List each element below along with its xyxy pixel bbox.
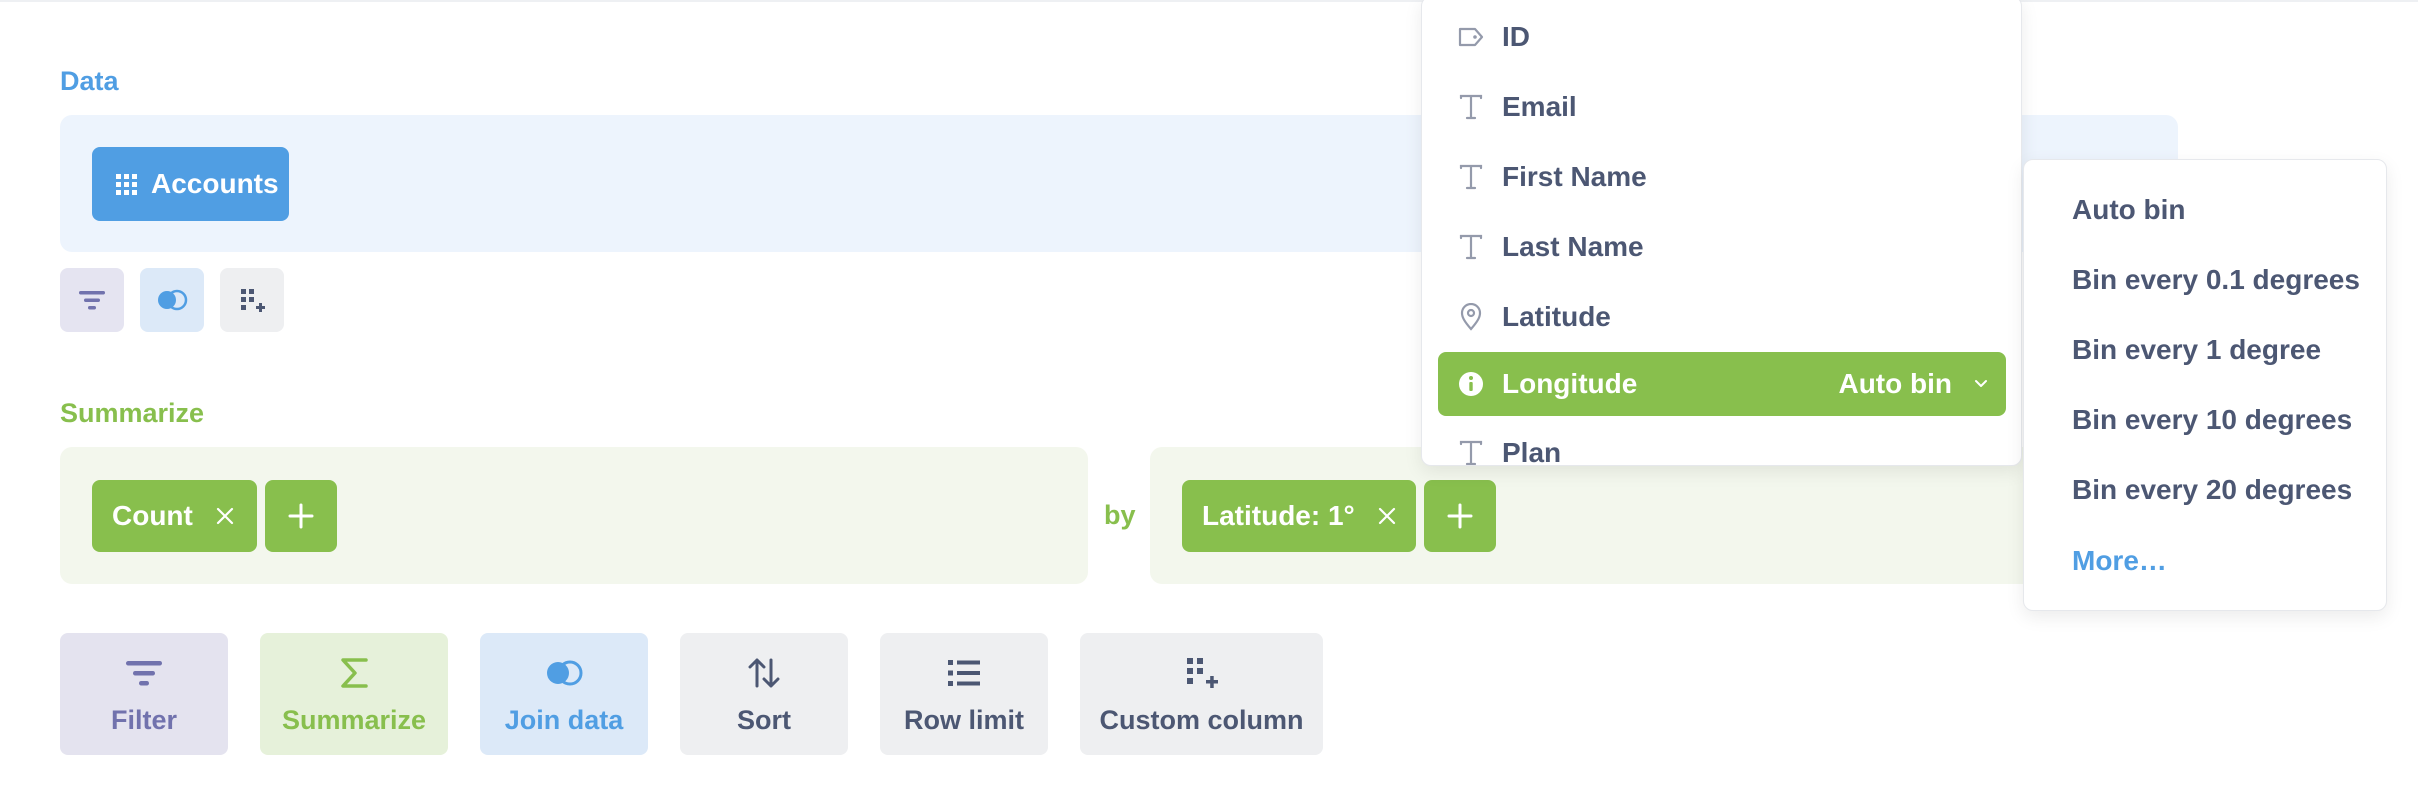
close-icon[interactable]: [1377, 506, 1397, 526]
filter-icon: [79, 291, 105, 310]
sort-action-button[interactable]: Sort: [680, 633, 848, 755]
metric-label: Count: [112, 500, 193, 531]
data-source-button[interactable]: Accounts: [92, 147, 289, 221]
join-icon: [158, 289, 188, 311]
list-icon: [947, 653, 981, 693]
row-limit-action-button[interactable]: Row limit: [880, 633, 1048, 755]
custom-column-action-button[interactable]: Custom column: [1080, 633, 1323, 755]
sigma-icon: [339, 653, 369, 693]
binning-option-0-1-degrees[interactable]: Bin every 0.1 degrees: [2072, 264, 2360, 296]
column-option-label: Plan: [1502, 437, 1562, 466]
tag-icon: [1456, 22, 1486, 52]
top-border: [0, 0, 2418, 2]
binning-more-link[interactable]: More…: [2072, 545, 2167, 577]
join-data-action-label: Join data: [504, 704, 624, 735]
table-grid-icon: [116, 173, 137, 195]
metric-pill-count[interactable]: Count: [92, 480, 257, 552]
column-option-label: Latitude: [1502, 301, 1611, 332]
data-source-label: Accounts: [151, 168, 279, 199]
column-option-email[interactable]: Email: [1438, 75, 2006, 139]
sort-arrows-icon: [747, 653, 781, 693]
plus-icon: [288, 503, 314, 529]
sort-action-label: Sort: [737, 704, 791, 735]
binning-option-20-degrees[interactable]: Bin every 20 degrees: [2072, 474, 2352, 506]
plus-icon: [1447, 503, 1473, 529]
breakout-column-picker: ID Email First Name Last Name Latitude L…: [1421, 0, 2022, 466]
binning-options-menu: Auto bin Bin every 0.1 degrees Bin every…: [2023, 159, 2387, 611]
chevron-down-icon: [1975, 380, 1987, 387]
breakout-label: Latitude: 1°: [1202, 500, 1355, 531]
column-option-first-name[interactable]: First Name: [1438, 145, 2006, 209]
summarize-action-label: Summarize: [281, 704, 427, 735]
data-section-label: Data: [60, 66, 119, 96]
filter-action-label: Filter: [110, 704, 177, 735]
add-filter-step-button[interactable]: [60, 268, 124, 332]
filter-action-button[interactable]: Filter: [60, 633, 228, 755]
filter-icon: [125, 653, 163, 693]
summarize-section-label: Summarize: [60, 398, 205, 428]
by-label: by: [1104, 500, 1136, 530]
column-option-last-name[interactable]: Last Name: [1438, 215, 2006, 279]
column-option-label: Last Name: [1502, 231, 1644, 262]
column-option-plan[interactable]: Plan: [1438, 421, 2006, 466]
binning-option-10-degrees[interactable]: Bin every 10 degrees: [2072, 404, 2352, 436]
info-icon: [1456, 369, 1486, 399]
binning-option-1-degree[interactable]: Bin every 1 degree: [2072, 334, 2321, 366]
add-join-step-button[interactable]: [140, 268, 204, 332]
row-limit-action-label: Row limit: [904, 704, 1024, 735]
column-option-id[interactable]: ID: [1438, 5, 2006, 69]
add-custom-column-step-button[interactable]: [220, 268, 284, 332]
join-data-action-button[interactable]: Join data: [480, 633, 648, 755]
binning-selector-label: Auto bin: [1838, 368, 1952, 399]
custom-column-action-label: Custom column: [1099, 704, 1304, 735]
binning-selector[interactable]: Auto bin: [1838, 368, 1988, 400]
binning-option-auto[interactable]: Auto bin: [2072, 194, 2186, 226]
close-icon[interactable]: [215, 506, 235, 526]
custom-column-icon: [1185, 653, 1219, 693]
column-option-longitude[interactable]: Longitude Auto bin: [1438, 352, 2006, 416]
column-option-label: First Name: [1502, 161, 1647, 192]
column-option-label: ID: [1502, 21, 1530, 52]
add-metric-button[interactable]: [265, 480, 337, 552]
location-pin-icon: [1456, 302, 1486, 332]
summarize-action-button[interactable]: Summarize: [260, 633, 448, 755]
column-option-label: Longitude: [1502, 368, 1638, 399]
custom-column-icon: [241, 289, 265, 312]
breakout-pill-latitude[interactable]: Latitude: 1°: [1182, 480, 1416, 552]
join-icon: [544, 653, 584, 693]
text-icon: [1456, 92, 1486, 122]
add-breakout-button[interactable]: [1424, 480, 1496, 552]
column-option-label: Email: [1502, 91, 1577, 122]
text-icon: [1456, 232, 1486, 262]
text-icon: [1456, 438, 1486, 465]
text-icon: [1456, 162, 1486, 192]
column-option-latitude[interactable]: Latitude: [1438, 285, 2006, 349]
